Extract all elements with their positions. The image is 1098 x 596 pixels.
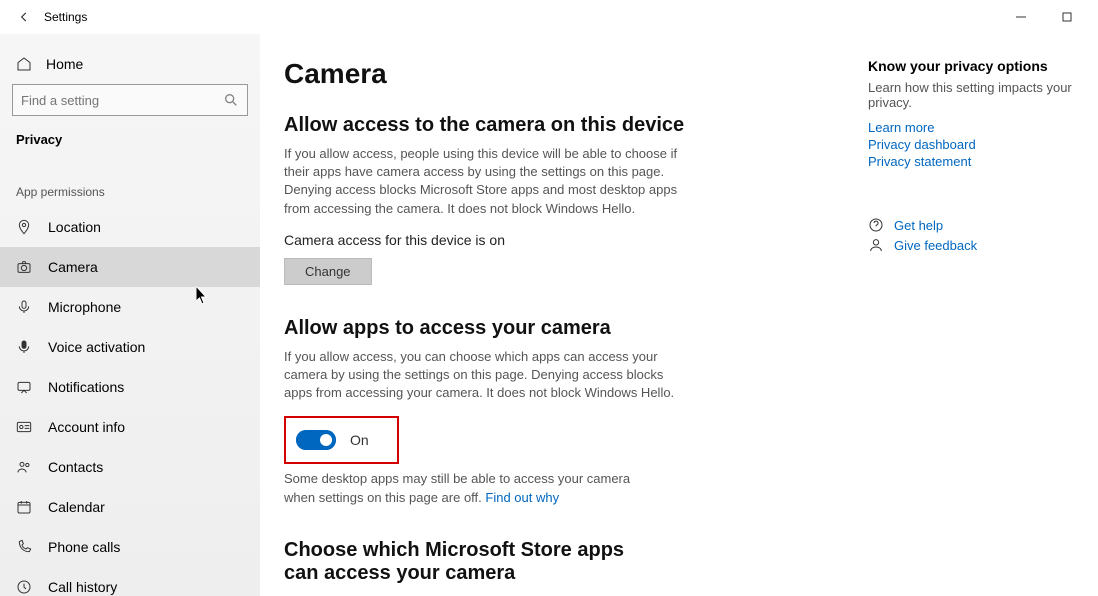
sidebar-item-label: Notifications [48, 379, 124, 395]
minimize-button[interactable] [998, 1, 1044, 33]
give-feedback-link[interactable]: Give feedback [894, 238, 977, 253]
get-help-link[interactable]: Get help [894, 218, 943, 233]
home-label: Home [46, 56, 83, 72]
get-help-row[interactable]: Get help [868, 217, 1078, 233]
sidebar-item-label: Location [48, 219, 101, 235]
maximize-icon [1062, 12, 1072, 22]
sidebar-item-contacts[interactable]: Contacts [0, 447, 260, 487]
section2-title: Allow apps to access your camera [284, 317, 844, 340]
phone-icon [16, 539, 32, 555]
back-button[interactable] [8, 1, 40, 33]
home-icon [16, 56, 32, 72]
sidebar-item-phone-calls[interactable]: Phone calls [0, 527, 260, 567]
section1-status: Camera access for this device is on [284, 232, 844, 248]
voice-icon [16, 339, 32, 355]
location-icon [16, 219, 32, 235]
sidebar-item-label: Account info [48, 419, 125, 435]
sidebar-item-label: Voice activation [48, 339, 145, 355]
section1-title: Allow access to the camera on this devic… [284, 114, 844, 137]
find-out-why-link[interactable]: Find out why [485, 490, 559, 505]
sidebar-item-label: Phone calls [48, 539, 120, 555]
section2-desc: If you allow access, you can choose whic… [284, 348, 684, 403]
section3-title: Choose which Microsoft Store apps can ac… [284, 539, 664, 585]
page-heading: Camera [284, 58, 844, 90]
privacy-statement-link[interactable]: Privacy statement [868, 154, 1078, 169]
search-box[interactable] [12, 84, 248, 116]
give-feedback-row[interactable]: Give feedback [868, 237, 1078, 253]
allow-apps-toggle-highlight: On [284, 416, 399, 464]
section1-desc: If you allow access, people using this d… [284, 145, 684, 218]
sidebar-item-location[interactable]: Location [0, 207, 260, 247]
sidebar-item-label: Contacts [48, 459, 103, 475]
right-desc: Learn how this setting impacts your priv… [868, 80, 1078, 110]
account-icon [16, 419, 32, 435]
right-panel: Know your privacy options Learn how this… [858, 58, 1078, 596]
right-heading: Know your privacy options [868, 58, 1078, 74]
cursor-icon [196, 286, 210, 306]
sidebar-item-label: Microphone [48, 299, 121, 315]
allow-apps-toggle[interactable] [296, 430, 336, 450]
contacts-icon [16, 459, 32, 475]
search-input[interactable] [21, 93, 223, 108]
home-button[interactable]: Home [0, 44, 260, 84]
calendar-icon [16, 499, 32, 515]
section2-note: Some desktop apps may still be able to a… [284, 470, 664, 506]
sidebar-item-account-info[interactable]: Account info [0, 407, 260, 447]
notifications-icon [16, 379, 32, 395]
history-icon [16, 579, 32, 595]
change-button[interactable]: Change [284, 258, 372, 285]
sidebar-item-label: Camera [48, 259, 98, 275]
minimize-icon [1016, 12, 1026, 22]
sidebar-item-label: Call history [48, 579, 117, 595]
group-label: App permissions [0, 167, 260, 207]
search-icon [223, 92, 239, 108]
sidebar-item-camera[interactable]: Camera [0, 247, 260, 287]
main-content: Camera Allow access to the camera on thi… [284, 58, 844, 596]
sidebar-item-label: Calendar [48, 499, 105, 515]
help-icon [868, 217, 884, 233]
sidebar-item-calendar[interactable]: Calendar [0, 487, 260, 527]
privacy-dashboard-link[interactable]: Privacy dashboard [868, 137, 1078, 152]
sidebar-item-call-history[interactable]: Call history [0, 567, 260, 596]
camera-icon [16, 259, 32, 275]
maximize-button[interactable] [1044, 1, 1090, 33]
sidebar-item-notifications[interactable]: Notifications [0, 367, 260, 407]
sidebar-item-microphone[interactable]: Microphone [0, 287, 260, 327]
category-label: Privacy [0, 124, 260, 167]
microphone-icon [16, 299, 32, 315]
feedback-icon [868, 237, 884, 253]
note-text: Some desktop apps may still be able to a… [284, 471, 630, 504]
window-title: Settings [44, 10, 87, 24]
sidebar-item-voice-activation[interactable]: Voice activation [0, 327, 260, 367]
toggle-state-label: On [350, 432, 369, 448]
arrow-left-icon [17, 10, 31, 24]
learn-more-link[interactable]: Learn more [868, 120, 1078, 135]
sidebar: Home Privacy App permissions Location Ca… [0, 34, 260, 596]
